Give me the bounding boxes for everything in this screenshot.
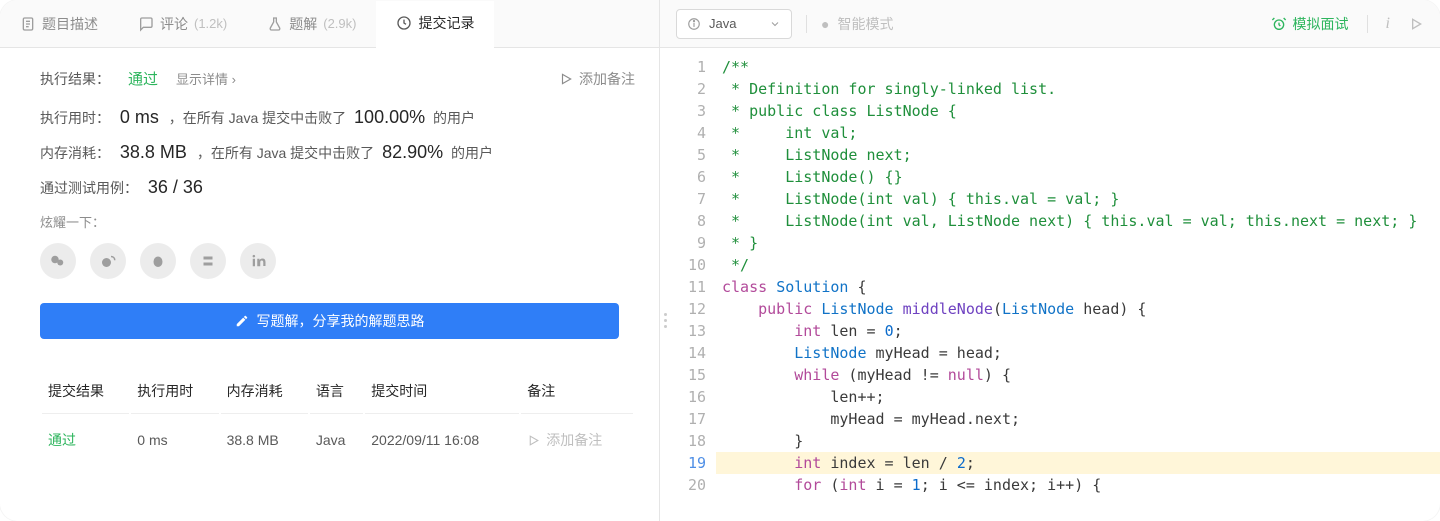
share-row: [40, 243, 635, 279]
flag-icon: [527, 434, 540, 447]
write-solution-button[interactable]: 写题解，分享我的解题思路: [40, 303, 619, 339]
show-detail-link[interactable]: 显示详情 ›: [176, 69, 236, 88]
left-body: 执行结果： 通过 显示详情 › 添加备注 执行用时： 0 ms ，在所有 Jav…: [0, 48, 659, 521]
tab-comments-label: 评论: [160, 14, 188, 34]
tab-solutions[interactable]: 题解 (2.9k): [247, 0, 376, 47]
tab-comments-count: (1.2k): [194, 16, 227, 31]
cell-mem: 38.8 MB: [221, 416, 308, 464]
info-button[interactable]: i: [1386, 15, 1390, 33]
add-note-button[interactable]: 添加备注: [559, 69, 635, 89]
th-note: 备注: [521, 369, 633, 414]
share-wechat-button[interactable]: [40, 243, 76, 279]
code-area[interactable]: /** * Definition for singly-linked list.…: [716, 48, 1440, 521]
share-qq-button[interactable]: [140, 243, 176, 279]
chevron-right-icon: ›: [232, 72, 236, 87]
cell-note: 添加备注: [521, 416, 633, 464]
share-weibo-button[interactable]: [90, 243, 126, 279]
result-status: 通过: [128, 68, 158, 89]
metric-cases: 通过测试用例： 36 / 36: [40, 177, 635, 198]
th-mem: 内存消耗: [221, 369, 308, 414]
metric-memory: 内存消耗： 38.8 MB ，在所有 Java 提交中击败了 82.90% 的用…: [40, 142, 635, 163]
alarm-icon: [1271, 16, 1287, 32]
run-button[interactable]: [1408, 16, 1424, 32]
th-when: 提交时间: [365, 369, 519, 414]
tab-solutions-count: (2.9k): [323, 16, 356, 31]
row-add-note-button[interactable]: 添加备注: [527, 430, 627, 450]
right-panel: Java ● 智能模式 模拟面试 i 123456789101112131415…: [660, 0, 1440, 521]
th-time: 执行用时: [131, 369, 218, 414]
cell-time: 0 ms: [131, 416, 218, 464]
mock-interview-button[interactable]: 模拟面试: [1271, 14, 1349, 34]
comment-icon: [138, 16, 154, 32]
divider: [1367, 15, 1368, 33]
tab-solutions-label: 题解: [289, 14, 317, 34]
left-panel: 题目描述 评论 (1.2k) 题解 (2.9k) 提交记录 执行结果： 通过: [0, 0, 660, 521]
tab-description[interactable]: 题目描述: [0, 0, 118, 47]
tab-description-label: 题目描述: [42, 14, 98, 34]
th-lang: 语言: [310, 369, 363, 414]
language-select[interactable]: Java: [676, 9, 792, 39]
pencil-icon: [235, 314, 249, 328]
history-icon: [396, 15, 412, 31]
flask-icon: [267, 16, 283, 32]
tabs-bar: 题目描述 评论 (1.2k) 题解 (2.9k) 提交记录: [0, 0, 659, 48]
split-drag-handle[interactable]: [660, 300, 670, 340]
share-linkedin-button[interactable]: [240, 243, 276, 279]
line-gutter: 1234567891011121314151617181920: [660, 48, 716, 521]
share-label: 炫耀一下：: [40, 212, 635, 231]
submissions-table: 提交结果 执行用时 内存消耗 语言 提交时间 备注 通过 0 ms 38.8 M…: [40, 367, 635, 466]
code-editor[interactable]: 1234567891011121314151617181920 /** * De…: [660, 48, 1440, 521]
tab-comments[interactable]: 评论 (1.2k): [118, 0, 247, 47]
info-icon: [687, 17, 701, 31]
flag-icon: [559, 72, 573, 86]
cell-lang: Java: [310, 416, 363, 464]
language-select-value: Java: [709, 16, 736, 31]
smart-mode-toggle[interactable]: ● 智能模式: [821, 14, 893, 34]
table-row[interactable]: 通过 0 ms 38.8 MB Java 2022/09/11 16:08 添加…: [42, 416, 633, 464]
cell-result: 通过: [42, 416, 129, 464]
chevron-down-icon: [769, 18, 781, 30]
doc-icon: [20, 16, 36, 32]
result-label: 执行结果：: [40, 69, 110, 89]
tab-submissions-label: 提交记录: [418, 13, 474, 33]
tab-submissions[interactable]: 提交记录: [376, 1, 494, 48]
cell-when: 2022/09/11 16:08: [365, 416, 519, 464]
metric-time: 执行用时： 0 ms ，在所有 Java 提交中击败了 100.00% 的用户: [40, 107, 635, 128]
editor-toolbar: Java ● 智能模式 模拟面试 i: [660, 0, 1440, 48]
divider: [806, 15, 807, 33]
th-result: 提交结果: [42, 369, 129, 414]
share-douban-button[interactable]: [190, 243, 226, 279]
